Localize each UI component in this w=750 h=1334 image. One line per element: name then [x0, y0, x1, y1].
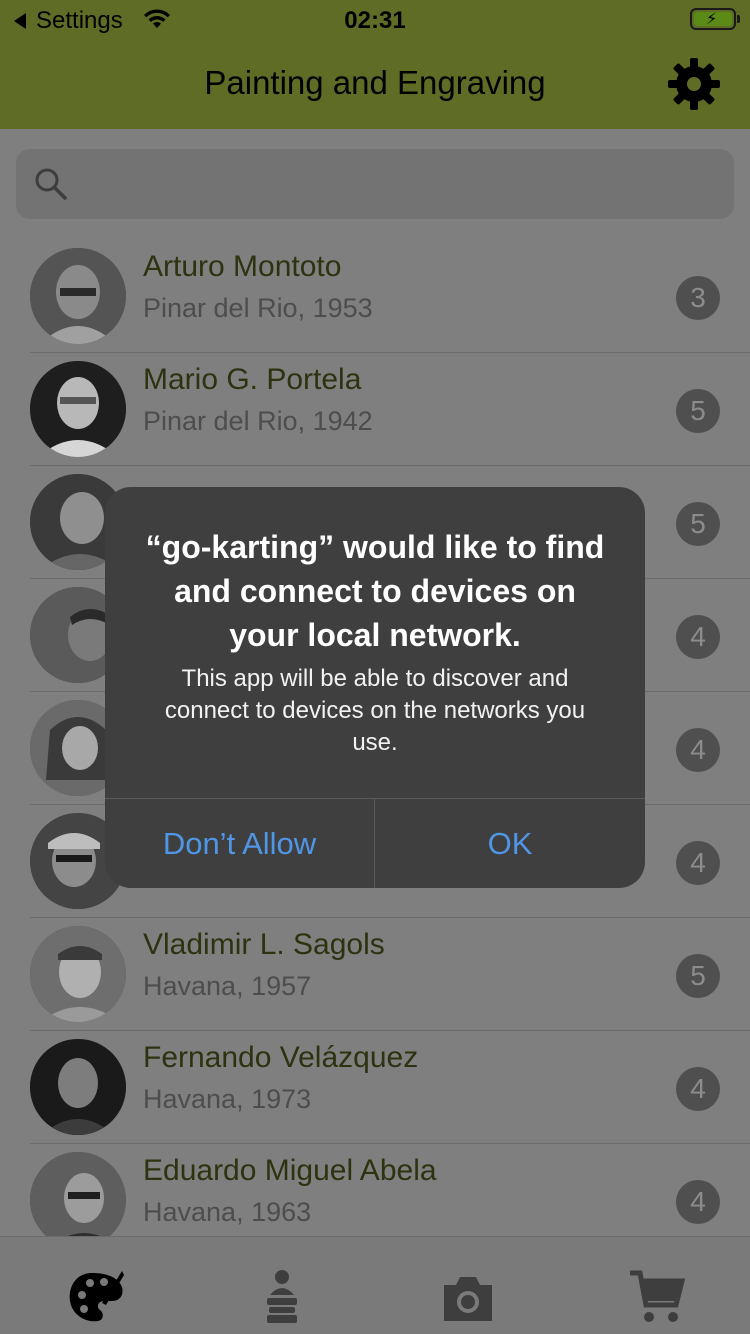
artist-name: Vladimir L. Sagols — [143, 928, 385, 961]
artist-name: Fernando Velázquez — [143, 1041, 419, 1074]
artist-name: Eduardo Miguel Abela — [143, 1154, 437, 1187]
person-stack-icon[interactable] — [252, 1267, 312, 1327]
search-input[interactable] — [76, 149, 716, 219]
avatar — [30, 926, 126, 1022]
count-badge: 3 — [676, 276, 720, 320]
camera-icon[interactable] — [438, 1267, 498, 1327]
artist-name: Arturo Montoto — [143, 250, 342, 283]
artist-origin: Havana, 1963 — [143, 1197, 312, 1227]
artist-origin: Havana, 1973 — [143, 1084, 312, 1114]
gear-icon[interactable] — [666, 56, 722, 112]
avatar — [30, 361, 126, 457]
status-time: 02:31 — [344, 7, 406, 34]
search-area — [0, 129, 750, 235]
list-item[interactable]: Mario G. Portela Pinar del Rio, 1942 5 — [0, 353, 750, 466]
ok-button[interactable]: OK — [375, 799, 645, 888]
count-badge: 4 — [676, 1180, 720, 1224]
count-badge: 4 — [676, 615, 720, 659]
search-icon — [35, 168, 67, 200]
list-item[interactable]: Vladimir L. Sagols Havana, 1957 5 — [0, 918, 750, 1031]
avatar — [30, 1152, 126, 1248]
battery-icon: ⚡ — [690, 8, 740, 30]
alert-title: “go-karting” would like to find and conn… — [145, 529, 605, 653]
avatar — [30, 248, 126, 344]
avatar — [30, 1039, 126, 1135]
count-badge: 4 — [676, 728, 720, 772]
artist-origin: Pinar del Rio, 1942 — [143, 406, 373, 436]
tab-bar — [0, 1236, 750, 1334]
palette-icon[interactable] — [66, 1267, 126, 1327]
local-network-alert: “go-karting” would like to find and conn… — [105, 487, 645, 888]
page-title: Painting and Engraving — [204, 64, 546, 101]
status-bar: Settings 02:31 ⚡ — [0, 0, 750, 40]
search-bar[interactable] — [16, 149, 734, 219]
count-badge: 5 — [676, 502, 720, 546]
dont-allow-button[interactable]: Don’t Allow — [105, 799, 374, 888]
count-badge: 5 — [676, 954, 720, 998]
list-item[interactable]: Arturo Montoto Pinar del Rio, 1953 3 — [0, 240, 750, 353]
artist-origin: Havana, 1957 — [143, 971, 312, 1001]
count-badge: 5 — [676, 389, 720, 433]
count-badge: 4 — [676, 1067, 720, 1111]
list-item[interactable]: Fernando Velázquez Havana, 1973 4 — [0, 1031, 750, 1144]
artist-origin: Pinar del Rio, 1953 — [143, 293, 373, 323]
artist-name: Mario G. Portela — [143, 363, 362, 396]
alert-message: This app will be able to discover and co… — [164, 665, 586, 756]
count-badge: 4 — [676, 841, 720, 885]
cart-icon[interactable] — [626, 1267, 686, 1327]
nav-bar: Painting and Engraving — [0, 40, 750, 129]
